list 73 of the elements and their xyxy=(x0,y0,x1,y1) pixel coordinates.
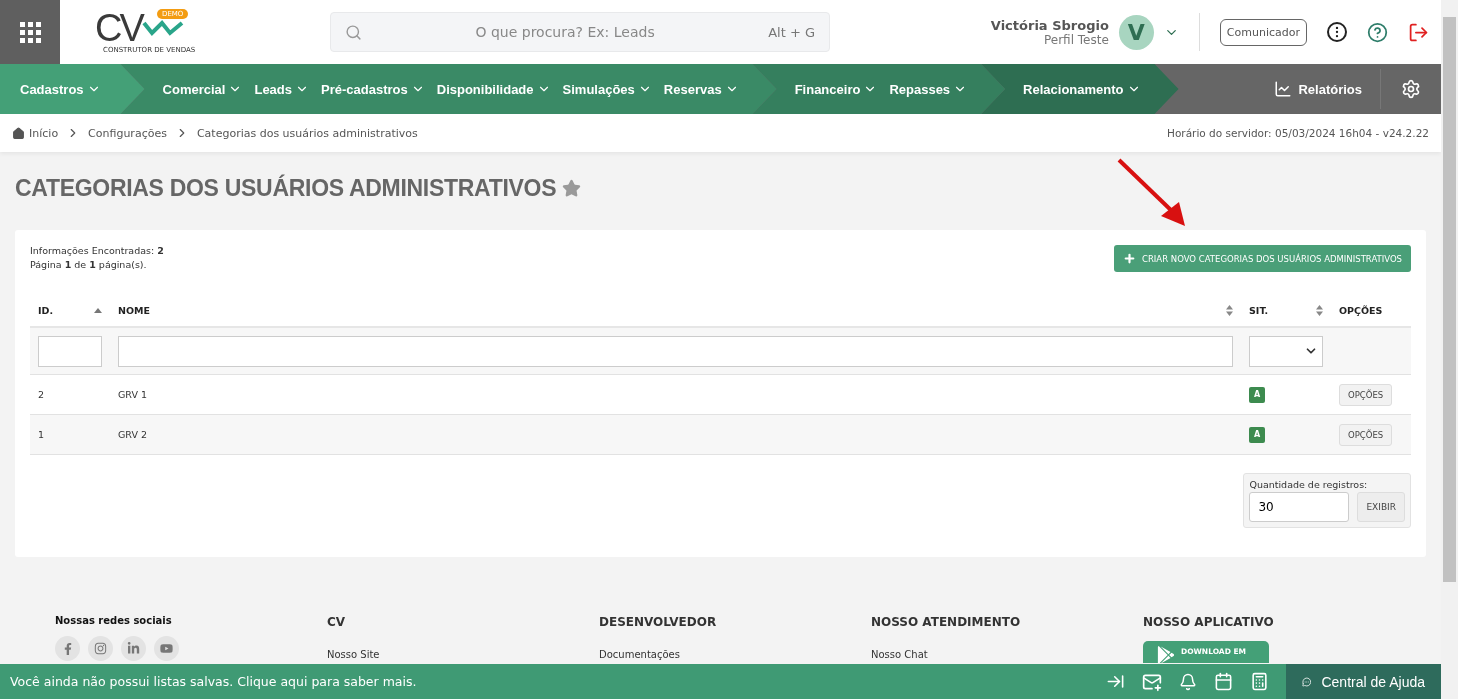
instagram-glyph-icon xyxy=(94,642,107,655)
user-name: Victória Sbrogio xyxy=(990,17,1109,33)
line-chart-icon xyxy=(1274,80,1293,98)
user-avatar[interactable]: V xyxy=(1118,14,1154,50)
status-badge: A xyxy=(1249,386,1265,403)
breadcrumb-link[interactable]: Configurações xyxy=(88,126,167,140)
menu-item[interactable]: Simulações xyxy=(556,81,658,97)
star-icon[interactable] xyxy=(562,178,582,198)
saved-lists-message[interactable]: Você ainda não possui listas salvas. Clique aqui para saber mais. xyxy=(0,674,417,689)
apps-menu-button[interactable] xyxy=(0,0,60,64)
footer-link[interactable]: Nosso Chat xyxy=(871,649,928,660)
calendar-icon[interactable] xyxy=(1214,672,1233,691)
sort-icon[interactable] xyxy=(1226,304,1233,316)
footer-heading: NOSSO APLICATIVO xyxy=(1143,615,1274,629)
youtube-icon[interactable] xyxy=(154,636,179,661)
youtube-glyph-icon xyxy=(160,642,173,655)
menu-item[interactable]: Pré-cadastros xyxy=(315,81,431,97)
results-count: Informações Encontradas: 2 xyxy=(30,245,164,256)
user-profile: Perfil Teste xyxy=(1044,32,1109,47)
breadcrumb-link[interactable]: Categorias dos usuários administrativos xyxy=(196,126,418,140)
menu-item[interactable]: Comercial xyxy=(156,81,249,97)
options-button[interactable]: OPÇÕES xyxy=(1339,383,1393,406)
menu-item[interactable]: Financeiro xyxy=(788,81,884,97)
menu-item[interactable]: Relacionamento xyxy=(1017,81,1147,97)
page-info: Página 1 de 1 página(s). xyxy=(30,259,148,270)
reports-button[interactable]: Relatórios xyxy=(1256,80,1380,98)
search-field[interactable]: O que procura? Ex: Leads Alt + G xyxy=(330,12,830,52)
status-badge: A xyxy=(1249,426,1265,443)
menu-item[interactable]: Disponibilidade xyxy=(430,81,557,97)
footer-link[interactable]: Nosso Site xyxy=(327,649,380,660)
social-title: Nossas redes sociais xyxy=(55,615,172,626)
breadcrumb-link[interactable]: Início xyxy=(29,126,59,140)
table-cell: GRV 2 xyxy=(110,415,1241,455)
options-button[interactable]: OPÇÕES xyxy=(1339,423,1393,446)
linkedin-icon[interactable] xyxy=(121,636,146,661)
page-size-label: Quantidade de registros: xyxy=(1249,479,1369,490)
show-button[interactable]: EXIBIR xyxy=(1357,492,1405,522)
grid-icon xyxy=(19,21,41,43)
home-icon xyxy=(12,126,25,140)
communicator-button[interactable]: Comunicador xyxy=(1219,18,1307,46)
create-button[interactable]: CRIAR NOVO CATEGORIAS DOS USUÁRIOS ADMINISTRATIVOS xyxy=(1114,245,1411,272)
sort-ascending-icon[interactable] xyxy=(94,307,102,313)
calculator-icon[interactable] xyxy=(1250,672,1269,691)
server-time: Horário do servidor: 05/03/2024 16h04 - v24.2.22 xyxy=(1167,127,1429,139)
page-title: CATEGORIAS DOS USUÁRIOS ADMINISTRATIVOS xyxy=(15,174,557,202)
menu-item[interactable]: Repasses xyxy=(883,81,974,97)
help-center-button[interactable]: Central de Ajuda xyxy=(1286,664,1441,699)
table-cell: 1 xyxy=(30,415,110,455)
linkedin-glyph-icon xyxy=(127,642,140,655)
id-filter-field[interactable] xyxy=(38,335,102,367)
page-size-field[interactable]: 30 xyxy=(1249,492,1350,522)
shortcut-hint: Alt + G xyxy=(768,24,815,40)
sort-icon[interactable] xyxy=(1316,304,1323,316)
more-options-icon[interactable] xyxy=(1327,22,1347,42)
footer-heading: NOSSO ATENDIMENTO xyxy=(871,615,1021,629)
logout-icon[interactable] xyxy=(1408,21,1429,43)
name-filter-field[interactable] xyxy=(118,335,1233,367)
arrow-to-line-icon[interactable] xyxy=(1106,672,1125,691)
settings-icon[interactable] xyxy=(1401,79,1421,99)
search-input[interactable]: O que procura? Ex: Leads xyxy=(372,23,759,41)
instagram-icon[interactable] xyxy=(88,636,113,661)
play-icon xyxy=(1157,646,1175,663)
help-icon[interactable] xyxy=(1367,21,1388,43)
facebook-icon[interactable] xyxy=(55,636,80,661)
footer-link[interactable]: Documentações xyxy=(599,649,680,660)
search-icon xyxy=(345,23,362,41)
footer-heading: DESENVOLVEDOR xyxy=(599,615,717,629)
menu-item[interactable]: Leads xyxy=(248,81,316,97)
footer-heading: CV xyxy=(327,615,346,629)
plus-icon xyxy=(1123,252,1136,265)
bell-icon[interactable] xyxy=(1179,672,1197,691)
menu-item[interactable]: Cadastros xyxy=(14,81,107,97)
menu-item[interactable]: Reservas xyxy=(657,81,745,97)
